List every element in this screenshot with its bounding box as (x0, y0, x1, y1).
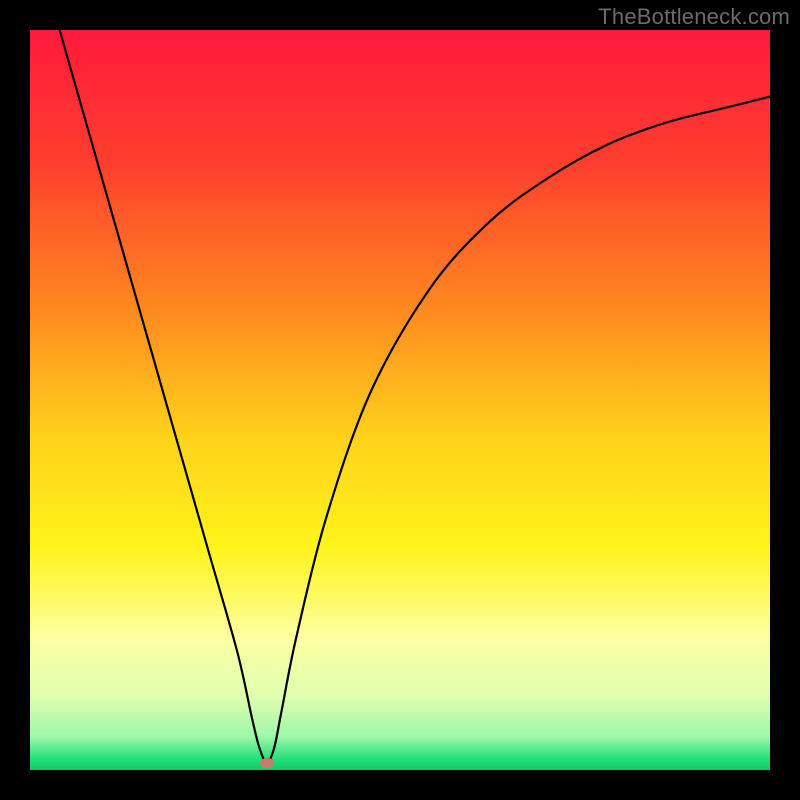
chart-frame (30, 30, 770, 770)
watermark-text: TheBottleneck.com (598, 4, 790, 30)
gradient-background (30, 30, 770, 770)
